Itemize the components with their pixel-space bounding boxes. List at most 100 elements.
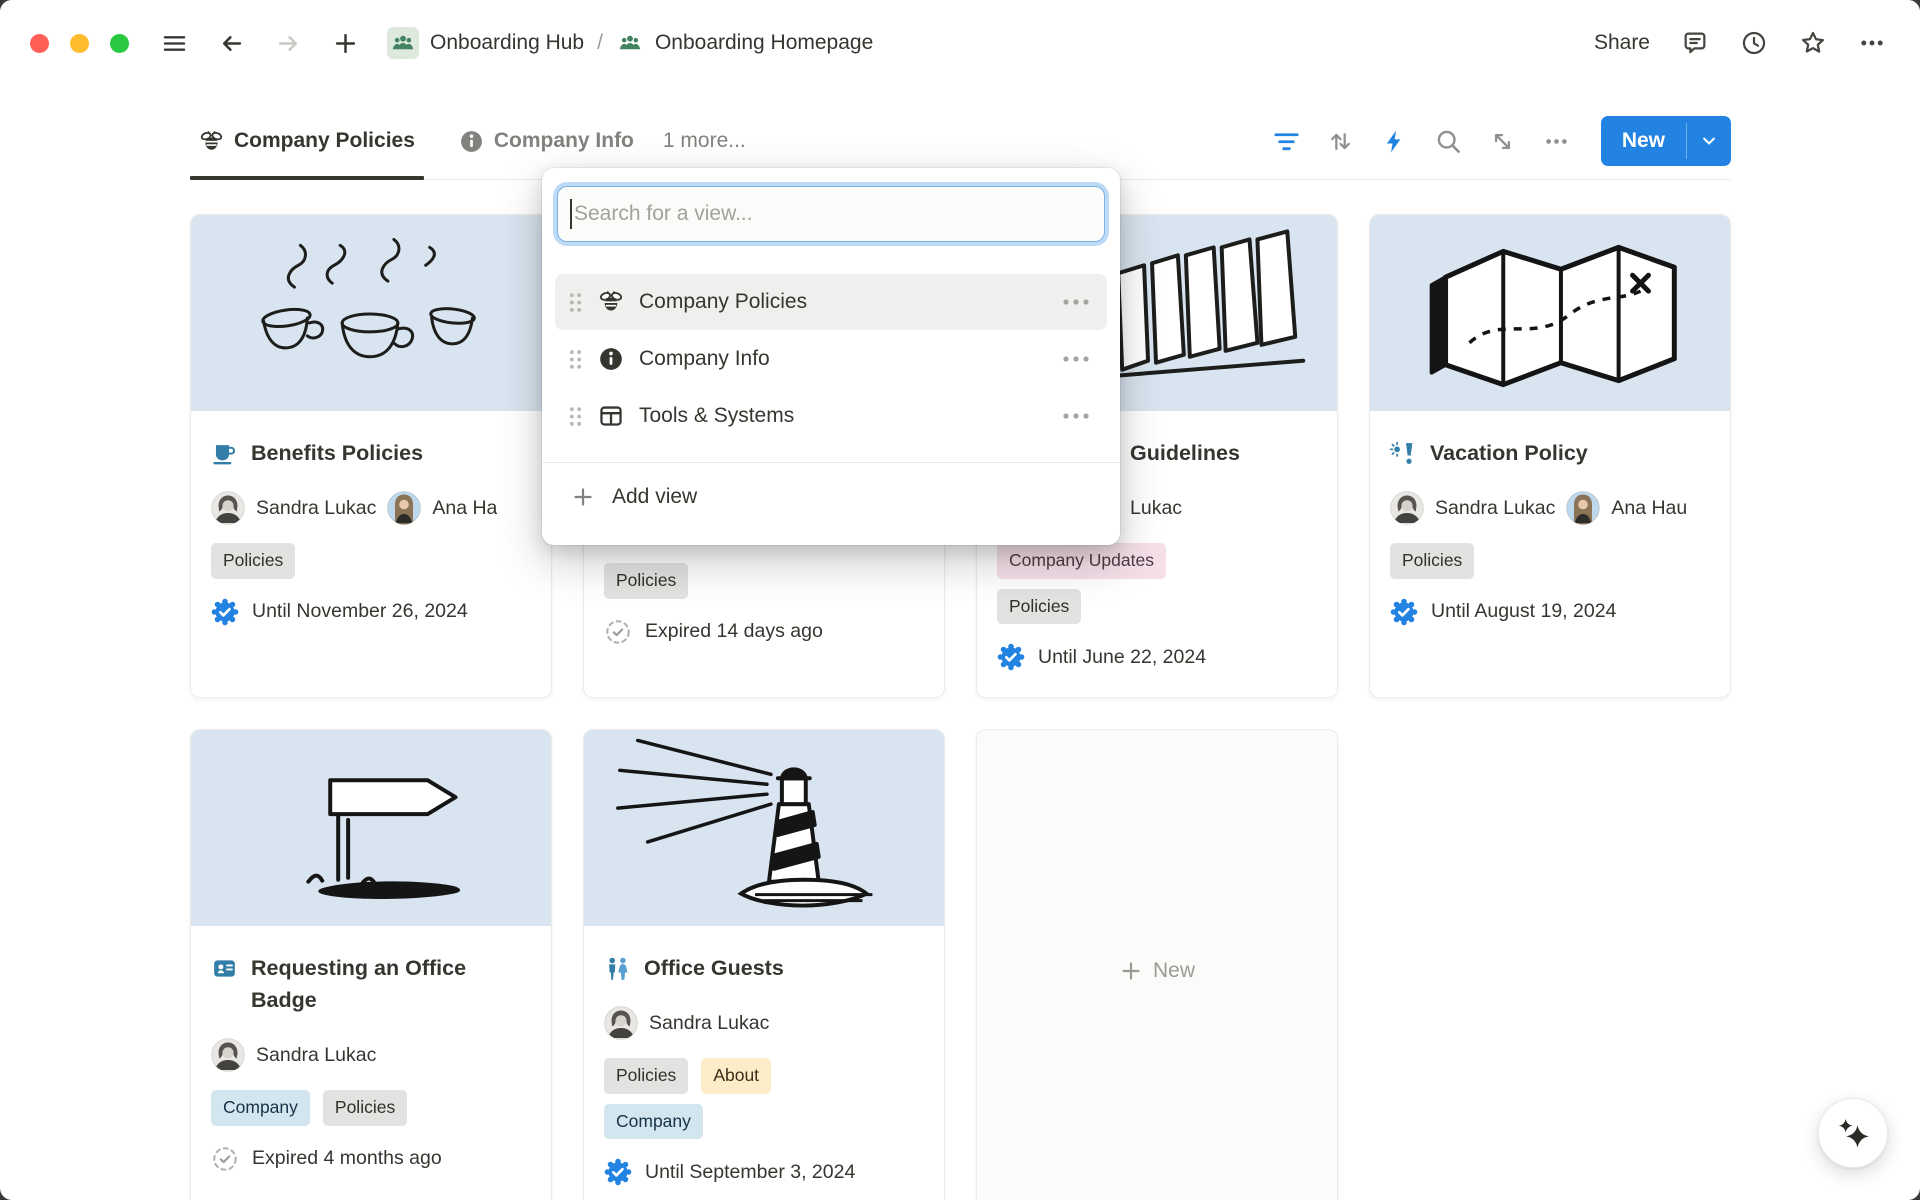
plus-icon [1119, 959, 1143, 983]
person-name: Sandra Lukac [256, 1044, 376, 1067]
signpost-illustration [191, 730, 551, 926]
breadcrumb-parent[interactable]: Onboarding Hub [430, 31, 584, 55]
breadcrumb-current[interactable]: Onboarding Homepage [655, 31, 873, 55]
sparkles-icon [1835, 1115, 1871, 1151]
more-views-button[interactable]: 1 more... [663, 129, 746, 153]
card-people: Sandra Lukac [211, 1038, 376, 1072]
tab-company-policies[interactable]: Company Policies [190, 102, 424, 180]
person-name: Lukac [1130, 497, 1182, 520]
search-icon[interactable] [1435, 128, 1462, 155]
office-guests-icon [604, 955, 631, 982]
bee-icon [598, 289, 624, 315]
onboarding-hub-icon [387, 27, 419, 59]
new-page-icon[interactable] [332, 30, 359, 57]
mug-icon [211, 440, 238, 467]
card-body: Requesting an Office Badge Sandra Lukac … [191, 926, 551, 1193]
status-text: Expired 4 months ago [252, 1147, 442, 1170]
text-caret [570, 199, 572, 229]
view-item-label: Company Policies [639, 290, 1061, 314]
add-view-button[interactable]: Add view [542, 463, 1120, 531]
status-text: Until June 22, 2024 [1038, 646, 1206, 669]
back-icon[interactable] [218, 30, 245, 57]
bee-icon [199, 129, 224, 154]
new-button[interactable]: New [1601, 116, 1686, 166]
avatar-sandra [211, 491, 245, 525]
filter-icon[interactable] [1273, 128, 1300, 155]
view-list: Company Policies Company Info Tools & Sy… [542, 274, 1120, 444]
drag-handle-icon[interactable] [567, 291, 584, 314]
notion-ai-button[interactable] [1818, 1098, 1888, 1168]
card-status: Expired 14 days ago [604, 618, 823, 646]
drag-handle-icon[interactable] [567, 348, 584, 371]
view-item-options-icon[interactable] [1061, 353, 1091, 365]
updates-clock-icon[interactable] [1740, 29, 1768, 57]
avatar-sandra [211, 1038, 245, 1072]
card-tags: Policies [997, 589, 1081, 625]
card-people: Sandra Lukac [604, 1006, 769, 1040]
card-status: Expired 4 months ago [211, 1145, 442, 1173]
view-item-company-info[interactable]: Company Info [555, 331, 1107, 387]
avatar-ana [1566, 491, 1600, 525]
comments-icon[interactable] [1681, 29, 1709, 57]
favorite-star-icon[interactable] [1799, 29, 1827, 57]
person-name: Sandra Lukac [649, 1012, 769, 1035]
sort-icon[interactable] [1327, 128, 1354, 155]
coffee-cups-illustration [191, 215, 551, 411]
verified-badge-icon [604, 1158, 632, 1186]
new-card-button[interactable]: New [976, 729, 1338, 1200]
vacation-icon [1390, 440, 1417, 467]
automations-lightning-icon[interactable] [1381, 128, 1408, 155]
drag-handle-icon[interactable] [567, 405, 584, 428]
card-body: Vacation Policy Sandra Lukac Ana Hau Pol… [1370, 411, 1730, 646]
view-search-input[interactable] [557, 186, 1105, 242]
tag: Policies [604, 1058, 688, 1094]
card-people: Sandra Lukac Ana Hau [1390, 491, 1687, 525]
card-benefits-policies[interactable]: Benefits Policies Sandra Lukac Ana Ha Po… [190, 214, 552, 698]
avatar-sandra [604, 1006, 638, 1040]
close-window-button[interactable] [30, 34, 49, 53]
card-body: Office Guests Sandra Lukac Policies Abou… [584, 926, 944, 1200]
tab-label: Company Policies [234, 129, 415, 153]
share-button[interactable]: Share [1594, 31, 1650, 55]
view-item-company-policies[interactable]: Company Policies [555, 274, 1107, 330]
window-topbar: Onboarding Hub / Onboarding Homepage Sha… [0, 0, 1920, 86]
add-view-label: Add view [612, 485, 697, 509]
status-text: Until September 3, 2024 [645, 1161, 855, 1184]
topbar-actions: Share [1594, 29, 1886, 57]
nav-controls [161, 30, 359, 57]
zoom-window-button[interactable] [110, 34, 129, 53]
expired-check-icon [604, 618, 632, 646]
status-text: Expired 14 days ago [645, 620, 823, 643]
tag: Company [211, 1090, 310, 1126]
new-card-label: New [1153, 959, 1195, 983]
views-dropdown-menu: Company Policies Company Info Tools & Sy… [542, 168, 1120, 545]
avatar-ana [387, 491, 421, 525]
app-window: Onboarding Hub / Onboarding Homepage Sha… [0, 0, 1920, 1200]
card-status: Until September 3, 2024 [604, 1158, 855, 1186]
card-office-badge[interactable]: Requesting an Office Badge Sandra Lukac … [190, 729, 552, 1200]
new-button-dropdown[interactable] [1687, 116, 1731, 166]
card-vacation-policy[interactable]: Vacation Policy Sandra Lukac Ana Hau Pol… [1369, 214, 1731, 698]
view-item-options-icon[interactable] [1061, 296, 1091, 308]
forward-icon[interactable] [275, 30, 302, 57]
view-options-icon[interactable] [1543, 128, 1570, 155]
card-title: Vacation Policy [1390, 437, 1588, 469]
card-tags: Policies [211, 543, 295, 579]
sidebar-menu-icon[interactable] [161, 30, 188, 57]
id-badge-icon [211, 955, 238, 982]
more-options-icon[interactable] [1858, 29, 1886, 57]
tab-label: Company Info [494, 129, 634, 153]
person-name: Ana Ha [432, 497, 497, 520]
card-body: Benefits Policies Sandra Lukac Ana Ha Po… [191, 411, 551, 646]
info-icon [598, 346, 624, 372]
card-tags: Policies About [604, 1058, 771, 1094]
lighthouse-illustration [584, 730, 944, 926]
minimize-window-button[interactable] [70, 34, 89, 53]
person-name: Sandra Lukac [256, 497, 376, 520]
expand-view-icon[interactable] [1489, 128, 1516, 155]
view-item-tools-systems[interactable]: Tools & Systems [555, 388, 1107, 444]
card-cover [191, 215, 551, 411]
card-office-guests[interactable]: Office Guests Sandra Lukac Policies Abou… [583, 729, 945, 1200]
breadcrumb-separator: / [597, 31, 603, 55]
view-item-options-icon[interactable] [1061, 410, 1091, 422]
